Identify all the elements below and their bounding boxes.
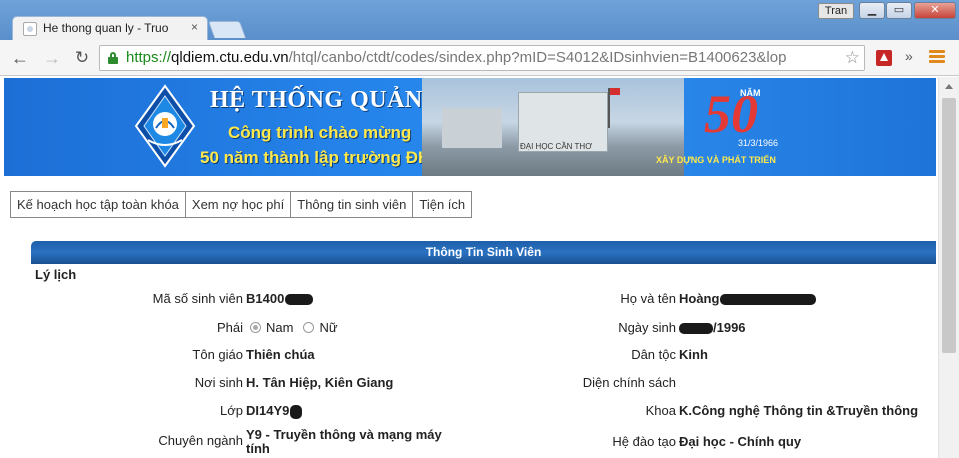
- redaction-mark: [679, 323, 713, 335]
- birthplace-value: H. Tân Hiệp, Kiên Giang: [246, 375, 394, 390]
- birth-date-value: /1996: [679, 320, 746, 335]
- anniversary-date: 31/3/1966: [738, 138, 779, 148]
- title-bar: He thong quan ly - Truo × Tran ▁ ▭ ✕: [0, 0, 959, 40]
- menu-item-tuition-debt[interactable]: Xem nợ học phí: [186, 192, 292, 217]
- vertical-scrollbar[interactable]: [938, 77, 959, 458]
- gender-male-radio[interactable]: [250, 322, 261, 333]
- address-bar[interactable]: https://qldiem.ctu.edu.vn/htql/canbo/ctd…: [99, 45, 865, 71]
- tab-close-icon[interactable]: ×: [191, 20, 198, 34]
- section-header: Thông Tin Sinh Viên: [31, 241, 936, 264]
- extension-icon[interactable]: [876, 50, 892, 66]
- section-label-profile: Lý lịch: [35, 267, 77, 282]
- gender-female-label[interactable]: Nữ: [319, 320, 337, 335]
- flag-icon: [608, 88, 620, 128]
- forward-arrow-icon[interactable]: →: [42, 48, 62, 68]
- class-text: DI14Y9: [246, 403, 290, 418]
- redaction-mark: [285, 294, 314, 306]
- student-id-text: B1400: [246, 291, 285, 306]
- anniversary-slogan: XÂY DỰNG VÀ PHÁT TRIỂN: [656, 155, 776, 165]
- anniversary-nam: NĂM: [740, 88, 761, 98]
- banner-subtitle-2: 50 năm thành lập trường ĐHCT: [200, 148, 453, 167]
- page-favicon-icon: [23, 22, 37, 36]
- training-type-label: Hệ đào tạo: [612, 434, 676, 449]
- campus-sign: ĐẠI HỌC CẦN THƠ: [520, 142, 593, 151]
- reload-icon[interactable]: ↻: [72, 48, 92, 68]
- student-id-label: Mã số sinh viên: [152, 291, 243, 306]
- gender-male-label[interactable]: Nam: [266, 320, 293, 335]
- bookmark-star-icon[interactable]: ☆: [845, 48, 860, 68]
- gender-female-radio[interactable]: [303, 322, 315, 333]
- ethnicity-value: Kinh: [679, 347, 708, 362]
- class-label: Lớp: [220, 403, 243, 418]
- more-extensions-icon[interactable]: »: [905, 48, 913, 64]
- full-name-label: Họ và tên: [620, 291, 676, 306]
- url-text[interactable]: https://qldiem.ctu.edu.vn/htql/canbo/ctd…: [126, 49, 846, 66]
- faculty-label: Khoa: [645, 403, 676, 418]
- ethnicity-label: Dân tộc: [631, 347, 676, 362]
- anniversary-logo: 50 NĂM 31/3/1966 XÂY DỰNG VÀ PHÁT TRIỂN: [656, 82, 784, 172]
- scrollbar-thumb[interactable]: [942, 98, 956, 353]
- page-content: HỆ THỐNG QUẢN LÝ Công trình chào mừng 50…: [0, 77, 938, 458]
- header-banner: HỆ THỐNG QUẢN LÝ Công trình chào mừng 50…: [4, 78, 936, 176]
- student-id-value: B1400: [246, 291, 314, 306]
- faculty-value: K.Công nghệ Thông tin &Truyền thông: [679, 403, 919, 418]
- birth-date-text: /1996: [713, 320, 746, 335]
- gender-label: Phái: [216, 320, 243, 335]
- university-seal-icon: [134, 84, 196, 168]
- class-value: DI14Y9: [246, 403, 303, 419]
- new-tab-button[interactable]: [207, 21, 247, 38]
- campus-photo: ĐẠI HỌC CẦN THƠ: [422, 78, 684, 176]
- url-host: qldiem.ctu.edu.vn: [171, 49, 289, 66]
- url-path: /htql/canbo/ctdt/codes/sindex.php?mID=S4…: [288, 49, 787, 66]
- banner-subtitle-1: Công trình chào mừng: [228, 123, 412, 142]
- training-type-value: Đại học - Chính quy: [679, 434, 802, 449]
- scroll-up-icon[interactable]: [945, 84, 953, 89]
- birthplace-label: Nơi sinh: [194, 375, 243, 390]
- menu-item-study-plan[interactable]: Kế hoạch học tập toàn khóa: [11, 192, 186, 217]
- browser-tab[interactable]: He thong quan ly - Truo ×: [12, 16, 208, 40]
- browser-menu-icon[interactable]: [929, 50, 945, 64]
- maximize-button[interactable]: ▭: [886, 2, 912, 19]
- main-menu: Kế hoạch học tập toàn khóa Xem nợ học ph…: [10, 191, 473, 218]
- window-close-button[interactable]: ✕: [914, 2, 956, 19]
- major-label: Chuyên ngành: [158, 433, 243, 448]
- back-arrow-icon[interactable]: ←: [10, 48, 30, 68]
- browser-toolbar: ← → ↻ https://qldiem.ctu.edu.vn/htql/can…: [0, 40, 959, 76]
- menu-item-utilities[interactable]: Tiện ích: [413, 192, 471, 217]
- profile-user-button[interactable]: Tran: [818, 3, 854, 19]
- policy-category-label: Diện chính sách: [582, 375, 676, 390]
- full-name-text: Hoàng: [679, 291, 720, 306]
- menu-item-student-info[interactable]: Thông tin sinh viên: [291, 192, 414, 217]
- major-value: Y9 - Truyền thông và mạng máy tính: [246, 427, 442, 456]
- gender-radio-group: Nam Nữ: [250, 320, 348, 335]
- redaction-mark: [720, 294, 817, 306]
- minimize-button[interactable]: ▁: [859, 2, 885, 19]
- religion-label: Tôn giáo: [192, 347, 243, 362]
- url-scheme: https://: [126, 49, 172, 66]
- lock-icon[interactable]: [108, 52, 118, 64]
- birth-date-label: Ngày sinh: [618, 320, 676, 335]
- tab-title: He thong quan ly - Truo: [43, 21, 169, 35]
- full-name-value: Hoàng: [679, 291, 817, 306]
- redaction-mark: [290, 404, 303, 419]
- religion-value: Thiên chúa: [246, 347, 315, 362]
